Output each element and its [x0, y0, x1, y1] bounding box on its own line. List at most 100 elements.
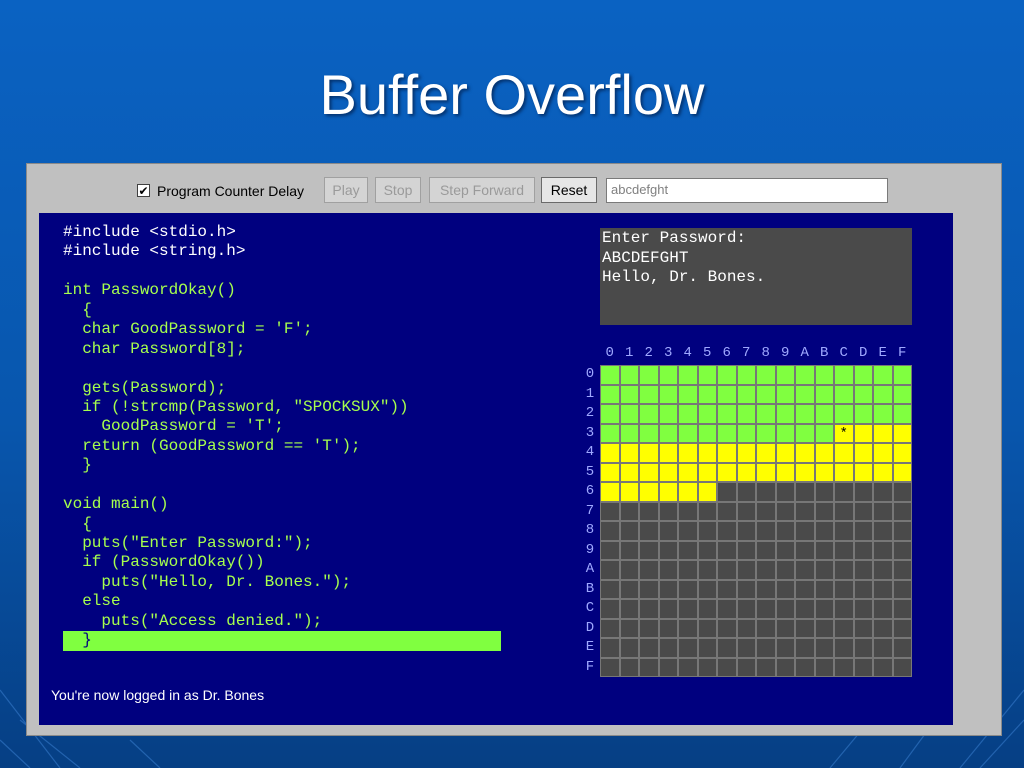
memory-cell	[756, 521, 776, 541]
code-line: puts("Enter Password:");	[63, 534, 313, 552]
memory-cell	[658, 599, 678, 619]
memory-cell	[619, 384, 639, 404]
memory-cell	[717, 501, 737, 521]
memory-cell	[834, 540, 854, 560]
code-line: if (PasswordOkay())	[63, 553, 265, 572]
memory-cell	[756, 365, 776, 385]
memory-cell	[717, 657, 737, 677]
memory-cell	[756, 540, 776, 560]
memory-cell	[892, 638, 912, 658]
memory-cell	[775, 579, 795, 599]
console-output: Enter Password: ABCDEFGHT Hello, Dr. Bones…	[600, 228, 912, 325]
memory-cell	[717, 443, 737, 463]
memory-cell	[736, 384, 756, 404]
memory-cell	[717, 384, 737, 404]
play-button[interactable]: Play	[324, 177, 368, 203]
memory-col-label: A	[800, 345, 809, 361]
memory-cell	[600, 482, 620, 502]
memory-cell	[853, 404, 873, 424]
memory-cell	[619, 657, 639, 677]
memory-cell	[697, 560, 717, 580]
memory-cell	[658, 482, 678, 502]
memory-cell	[756, 599, 776, 619]
memory-cell	[775, 599, 795, 619]
memory-cell	[834, 560, 854, 580]
memory-cell	[775, 462, 795, 482]
memory-cell	[853, 423, 873, 443]
memory-col-label: C	[839, 345, 848, 361]
memory-col-label: 4	[683, 345, 692, 361]
memory-cell	[756, 579, 776, 599]
memory-cell	[619, 599, 639, 619]
memory-cell	[658, 501, 678, 521]
memory-cell	[678, 560, 698, 580]
memory-col-label: 2	[644, 345, 653, 361]
program-counter-delay-checkbox[interactable]: ✔	[137, 184, 150, 198]
reset-button[interactable]: Reset	[541, 177, 597, 203]
memory-cell	[834, 365, 854, 385]
memory-cell	[639, 365, 659, 385]
memory-row-label: C	[585, 600, 595, 616]
code-line: char GoodPassword = 'F';	[63, 320, 313, 339]
memory-cell	[639, 462, 659, 482]
step-forward-button[interactable]: Step Forward	[429, 177, 535, 203]
memory-cell	[834, 579, 854, 599]
memory-cell	[814, 599, 834, 619]
memory-cell	[717, 638, 737, 658]
console-line: Hello, Dr. Bones.	[602, 268, 766, 286]
memory-grid: *	[600, 365, 912, 677]
memory-cell	[834, 618, 854, 638]
memory-cell	[639, 521, 659, 541]
memory-cell	[658, 384, 678, 404]
memory-cell	[678, 638, 698, 658]
memory-cell	[892, 579, 912, 599]
memory-cell	[736, 443, 756, 463]
memory-cell	[853, 365, 873, 385]
memory-col-label: 5	[703, 345, 712, 361]
memory-cell	[658, 404, 678, 424]
memory-cell	[697, 482, 717, 502]
memory-cell	[775, 501, 795, 521]
code-line: void main()	[63, 495, 169, 514]
memory-row-label: 3	[585, 424, 595, 441]
memory-cell	[873, 657, 893, 677]
memory-row-label: 7	[585, 502, 595, 519]
memory-cell	[814, 501, 834, 521]
memory-col-label: F	[898, 345, 907, 361]
memory-cell	[600, 443, 620, 463]
memory-cell	[795, 560, 815, 580]
memory-cell	[619, 501, 639, 521]
memory-cell	[678, 404, 698, 424]
memory-cell	[639, 638, 659, 658]
program-counter-delay-label: Program Counter Delay	[157, 183, 305, 199]
memory-col-label: 6	[722, 345, 731, 361]
memory-cell	[756, 443, 776, 463]
memory-cell	[795, 638, 815, 658]
memory-cell	[795, 365, 815, 385]
memory-cell	[892, 482, 912, 502]
code-line: int PasswordOkay()	[63, 281, 236, 300]
stop-button[interactable]: Stop	[375, 177, 421, 203]
memory-cell	[639, 560, 659, 580]
memory-cell	[658, 521, 678, 541]
memory-cell	[658, 560, 678, 580]
memory-cell	[639, 657, 659, 677]
memory-cell	[600, 423, 620, 443]
memory-cell	[678, 521, 698, 541]
memory-cell	[873, 462, 893, 482]
password-input[interactable]: abcdefght	[606, 178, 888, 203]
memory-cell	[834, 462, 854, 482]
memory-cell	[619, 423, 639, 443]
memory-cell	[736, 482, 756, 502]
memory-cell	[853, 579, 873, 599]
code-line: #include <stdio.h>	[63, 223, 236, 241]
memory-cell	[892, 521, 912, 541]
memory-cell	[873, 384, 893, 404]
memory-cell	[639, 618, 659, 638]
memory-cell	[756, 404, 776, 424]
memory-cell	[756, 657, 776, 677]
memory-cell	[639, 501, 659, 521]
memory-cell	[775, 443, 795, 463]
memory-cell	[775, 657, 795, 677]
